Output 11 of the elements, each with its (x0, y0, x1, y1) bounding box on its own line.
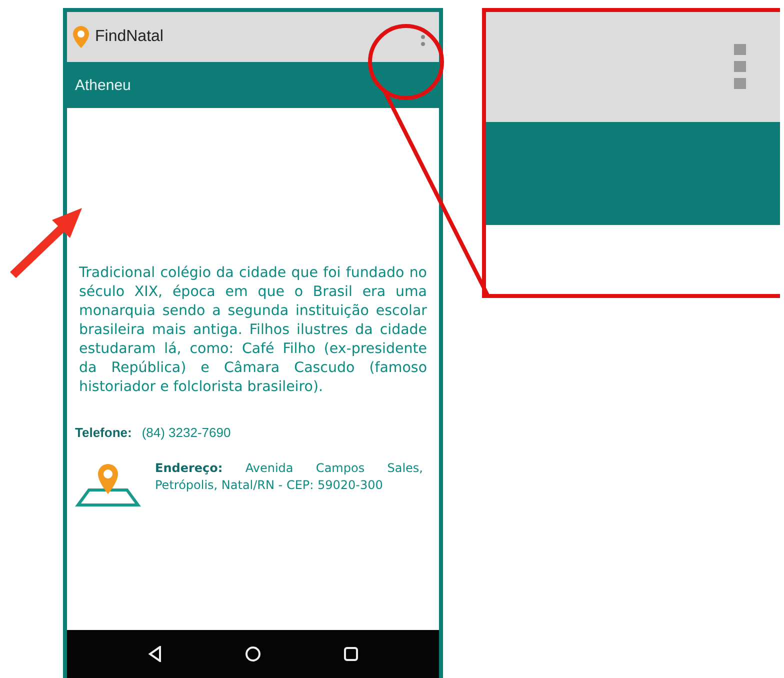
app-title: FindNatal (95, 28, 164, 46)
location-pin-icon (71, 25, 91, 49)
overflow-menu-icon (734, 44, 746, 90)
phone-label: Telefone: (75, 425, 132, 440)
place-title-bar: Atheneu (67, 62, 439, 108)
address-text: Endereço: Avenida Campos Sales, Petrópolis, Natal/RN - CEP: 59020-300 (155, 460, 423, 494)
home-icon[interactable] (244, 646, 261, 662)
phone-number: (84) 3232-7690 (142, 425, 231, 440)
back-icon[interactable] (148, 646, 162, 662)
place-description: Tradicional colégio da cidade que foi fundado no século XIX, época em que o Brasil era uma monarquia sendo a segunda instituição escolar brasileira mais antiga. Filhos ilustres da cidade estudaram lá, como: Café Filho (ex-presidente da República) e Câmara Cascudo (famoso historiador e folclorista brasileiro). (79, 264, 427, 397)
recents-icon[interactable] (344, 647, 358, 661)
